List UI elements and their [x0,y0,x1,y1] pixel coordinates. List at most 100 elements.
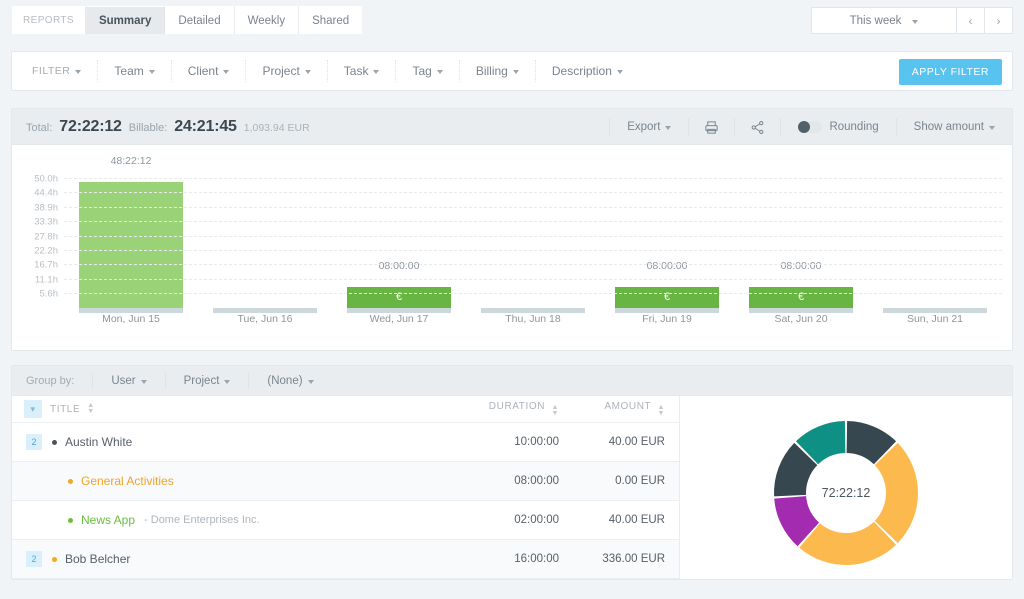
column-header-title-label: TITLE [50,403,81,415]
group-by-level-2[interactable]: Project [166,372,250,389]
row-title-text[interactable]: Austin White [65,435,132,449]
group-by-label: Group by: [12,372,94,389]
y-axis-tick-label: 11.1h [34,274,58,286]
color-dot [52,439,57,445]
summary-header: Total: 72:22:12 Billable: 24:21:45 1,093… [12,109,1012,145]
y-axis-tick-label: 5.6h [39,288,59,300]
column-header-duration[interactable]: DURATION ▲ ▼ [419,401,559,417]
print-button[interactable] [688,118,734,136]
group-by-level-2-label: Project [183,374,220,387]
tab-reports[interactable]: REPORTS [12,6,86,34]
column-header-title[interactable]: TITLE ▲ ▼ [50,402,419,415]
filter-client-label: Client [187,64,219,78]
chevron-down-icon [616,70,623,74]
filter-billing[interactable]: Billing [460,60,536,82]
row-duration: 10:00:00 [514,436,559,448]
group-by-level-1-label: User [111,374,136,387]
table-row[interactable]: News App - Dome Enterprises Inc. 02:00:00 4… [12,501,679,540]
bar-value-label: 08:00:00 [378,260,420,273]
export-label: Export [627,121,661,133]
filter-task[interactable]: Task [328,60,397,82]
chevron-right-icon: › [996,13,1001,28]
y-axis-tick-label: 38.9h [34,202,58,214]
y-axis-tick-label: 22.2h [34,245,58,257]
x-axis-tick-label: Mon, Jun 15 [102,313,160,325]
grouping-card: Group by: User Project (None) ▾ TITLE ▲ ▼… [11,365,1013,580]
donut-chart: 72:22:12 [680,396,1012,579]
y-axis-tick-label: 50.0h [34,173,58,185]
share-button[interactable] [734,118,780,136]
table-header-row: ▾ TITLE ▲ ▼ DURATION ▲ ▼ AMOUNT ▲ ▼ [12,396,679,423]
summary-totals: Total: 72:22:12 Billable: 24:21:45 1,093… [12,118,310,136]
filter-label: FILTER [32,65,71,77]
column-header-amount[interactable]: AMOUNT ▲ ▼ [559,401,679,417]
table-row[interactable]: 2 Austin White 10:00:00 40.00 EUR [12,423,679,462]
row-title-text[interactable]: General Activities [81,474,174,488]
group-by-level-3-label: (None) [267,374,303,387]
row-title: Austin White [65,435,419,449]
table-row[interactable]: 2 Bob Belcher 16:00:00 336.00 EUR [12,540,679,579]
row-title-text[interactable]: News App [81,513,135,527]
filter-tag-label: Tag [412,64,432,78]
group-by-bar: Group by: User Project (None) [12,366,1012,396]
grid-line: 44.4h [34,188,1002,199]
donut-segment[interactable] [874,442,918,543]
grid-line: 5.6h [40,289,1002,300]
rounding-label: Rounding [829,121,879,133]
prev-period-button[interactable]: ‹ [957,7,985,34]
tab-shared[interactable]: Shared [299,6,363,34]
sort-icon: ▲ ▼ [551,404,559,417]
y-axis-tick-label: 33.3h [34,216,58,228]
bar-value-label: 08:00:00 [780,260,822,273]
show-amount-dropdown[interactable]: Show amount [895,118,1012,136]
y-axis-tick-label: 44.4h [34,187,58,199]
bar[interactable]: € [614,287,720,308]
group-by-level-3[interactable]: (None) [249,373,331,389]
billable-value: 24:21:45 [174,117,237,135]
filter-client[interactable]: Client [172,60,247,82]
report-card: Total: 72:22:12 Billable: 24:21:45 1,093… [11,108,1013,351]
report-tabs: REPORTS Summary Detailed Weekly Shared [12,6,363,34]
bar[interactable]: € [346,287,452,308]
row-count-badge [42,512,58,528]
grid-line: 33.3h [34,217,1002,228]
total-value: 72:22:12 [59,117,122,135]
filter-label-button[interactable]: FILTER [12,60,99,82]
tab-weekly[interactable]: Weekly [234,6,300,34]
chevron-left-icon: ‹ [968,13,973,28]
row-title-text[interactable]: Bob Belcher [65,552,130,566]
grid-line: 38.9h [34,202,1002,213]
bar[interactable]: € [748,287,854,308]
summary-tools: Export Rounding Show amount [609,109,1012,145]
filter-tag[interactable]: Tag [396,60,460,82]
chevron-down-icon [436,70,443,74]
x-axis-tick-label: Sun, Jun 21 [906,313,964,325]
row-title: News App - Dome Enterprises Inc. [81,513,419,527]
date-range-selector[interactable]: This week [811,7,957,34]
expand-all-icon[interactable]: ▾ [24,400,42,418]
row-amount: 336.00 EUR [602,553,665,565]
filter-team[interactable]: Team [98,60,172,82]
print-icon [705,120,719,134]
row-duration: 16:00:00 [514,553,559,565]
rounding-toggle[interactable]: Rounding [780,118,895,136]
color-dot [68,517,73,523]
export-button[interactable]: Export [609,118,688,136]
filter-description[interactable]: Description [536,60,639,82]
show-amount-label: Show amount [913,121,984,133]
group-by-level-1[interactable]: User [93,372,166,389]
bar[interactable] [78,181,184,308]
table-row[interactable]: General Activities 08:00:00 0.00 EUR [12,462,679,501]
tab-summary[interactable]: Summary [85,6,166,34]
filter-description-label: Description [551,64,612,78]
x-axis-tick-label: Wed, Jun 17 [369,313,429,325]
billable-amount: 1,093.94 EUR [243,121,310,134]
next-period-button[interactable]: › [985,7,1013,34]
tab-detailed[interactable]: Detailed [165,6,235,34]
row-title: General Activities [81,474,419,488]
filter-project[interactable]: Project [246,60,328,82]
chevron-down-icon [148,70,155,74]
apply-filter-button[interactable]: APPLY FILTER [898,59,1002,85]
row-count-badge: 2 [26,551,42,567]
table-body: 2 Austin White 10:00:00 40.00 EUR General Ac… [12,423,679,579]
